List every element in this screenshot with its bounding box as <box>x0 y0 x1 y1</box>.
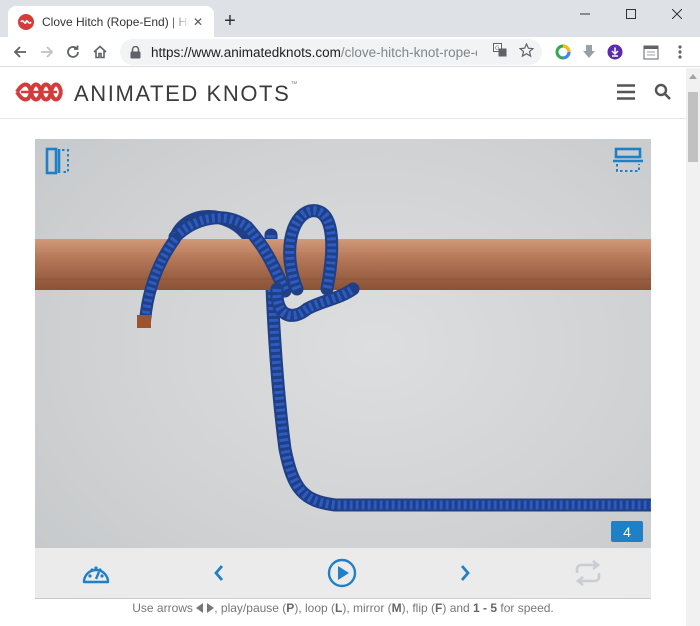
extension-download-circle-icon <box>607 44 623 60</box>
hint-text: Use arrows <box>132 601 197 615</box>
home-icon <box>93 45 107 59</box>
split-view-icon <box>45 147 69 175</box>
translate-icon: G <box>493 43 507 57</box>
chevron-left-icon <box>214 565 224 581</box>
search-icon <box>654 83 671 100</box>
logo-knot-icon[interactable] <box>15 81 63 108</box>
loop-button[interactable] <box>572 557 604 589</box>
url-text: https://www.animatedknots.com/clove-hitc… <box>151 45 477 60</box>
hint-text: ) and <box>442 601 474 615</box>
extension-download-button[interactable] <box>581 44 597 60</box>
close-window-button[interactable] <box>654 0 700 28</box>
hamburger-icon <box>617 84 635 100</box>
site-favicon-icon <box>18 13 34 30</box>
scroll-thumb[interactable] <box>688 92 698 162</box>
home-button[interactable] <box>88 40 112 64</box>
clove-hitch-frame-image <box>35 204 651 512</box>
loop-icon <box>575 560 601 586</box>
logo-wordmark: ANIMATED KNOTS <box>74 81 291 106</box>
hint-text: ), mirror ( <box>342 601 392 615</box>
url-path: /clove-hitch-knot-rope-e... <box>340 44 477 60</box>
keyboard-hint: Use arrows , play/pause (P), loop (L), m… <box>35 601 651 615</box>
hint-text: , play/pause ( <box>214 601 287 615</box>
knot-animation-player[interactable]: 4 <box>35 139 651 599</box>
hint-text: ), loop ( <box>294 601 335 615</box>
page-viewport: ANIMATED KNOTS™ 4 Use arrows , play/paus… <box>0 68 686 626</box>
extension-colorful-button[interactable] <box>555 44 571 60</box>
maximize-button[interactable] <box>608 0 654 28</box>
translate-button[interactable]: G <box>492 42 508 58</box>
triangle-up-icon <box>689 74 697 79</box>
bookmark-star-button[interactable] <box>518 42 534 58</box>
flip-horizontal-button[interactable] <box>613 147 643 175</box>
arrow-keys-icon <box>196 603 215 613</box>
browser-tab[interactable]: Clove Hitch (Rope-End) | How to Tie a Cl… <box>8 6 214 37</box>
address-bar[interactable]: https://www.animatedknots.com/clove-hitc… <box>120 39 542 65</box>
kebab-menu-icon <box>678 45 682 59</box>
site-search-button[interactable] <box>654 83 672 101</box>
hint-key: M <box>391 601 402 615</box>
tab-title: Clove Hitch (Rope-End) | How to Tie a Cl… <box>42 14 190 29</box>
star-icon <box>518 42 534 57</box>
tab-close-icon[interactable]: ✕ <box>190 14 206 30</box>
site-logo-text[interactable]: ANIMATED KNOTS™ <box>74 81 297 107</box>
chevron-right-icon <box>460 565 470 581</box>
next-frame-button[interactable] <box>449 557 481 589</box>
page-scrollbar[interactable] <box>686 68 700 626</box>
lock-icon <box>130 45 141 58</box>
browser-tabstrip: Clove Hitch (Rope-End) | How to Tie a Cl… <box>0 0 700 37</box>
frame-number-badge: 4 <box>611 521 643 542</box>
close-icon <box>672 9 682 19</box>
extension-ring-icon <box>555 44 571 60</box>
calendar-icon <box>643 45 659 60</box>
play-circle-icon <box>327 558 357 588</box>
site-menu-button[interactable] <box>616 83 636 101</box>
new-tab-button[interactable]: + <box>218 9 242 33</box>
hint-key: 1 - 5 <box>473 601 498 615</box>
logo-trademark: ™ <box>290 81 298 88</box>
player-controls <box>35 548 651 598</box>
hint-text: for speed. <box>497 601 554 615</box>
forward-button[interactable] <box>35 40 59 64</box>
browser-toolbar: https://www.animatedknots.com/clove-hitc… <box>0 37 700 67</box>
download-arrow-icon <box>583 45 595 58</box>
back-button[interactable] <box>8 40 32 64</box>
svg-text:G: G <box>495 45 500 52</box>
scroll-up-button[interactable] <box>686 68 700 85</box>
reload-icon <box>67 45 79 58</box>
speed-button[interactable] <box>80 557 112 589</box>
previous-frame-button[interactable] <box>203 557 235 589</box>
reload-button[interactable] <box>61 40 85 64</box>
extension-purple-button[interactable] <box>607 44 623 60</box>
split-view-button[interactable] <box>45 146 73 175</box>
extension-calendar-button[interactable] <box>643 44 659 60</box>
minimize-icon <box>580 13 590 15</box>
browser-menu-button[interactable] <box>672 44 688 60</box>
flip-horizontal-icon <box>613 147 643 172</box>
site-header: ANIMATED KNOTS™ <box>0 68 686 119</box>
play-button[interactable] <box>326 557 358 589</box>
minimize-button[interactable] <box>562 0 608 28</box>
maximize-icon <box>626 9 636 19</box>
arrow-left-icon <box>13 46 26 58</box>
hint-text: ), flip ( <box>401 601 436 615</box>
arrow-right-icon <box>41 46 54 58</box>
url-host: https://www.animatedknots.com <box>151 44 341 60</box>
speedometer-icon <box>82 566 110 584</box>
